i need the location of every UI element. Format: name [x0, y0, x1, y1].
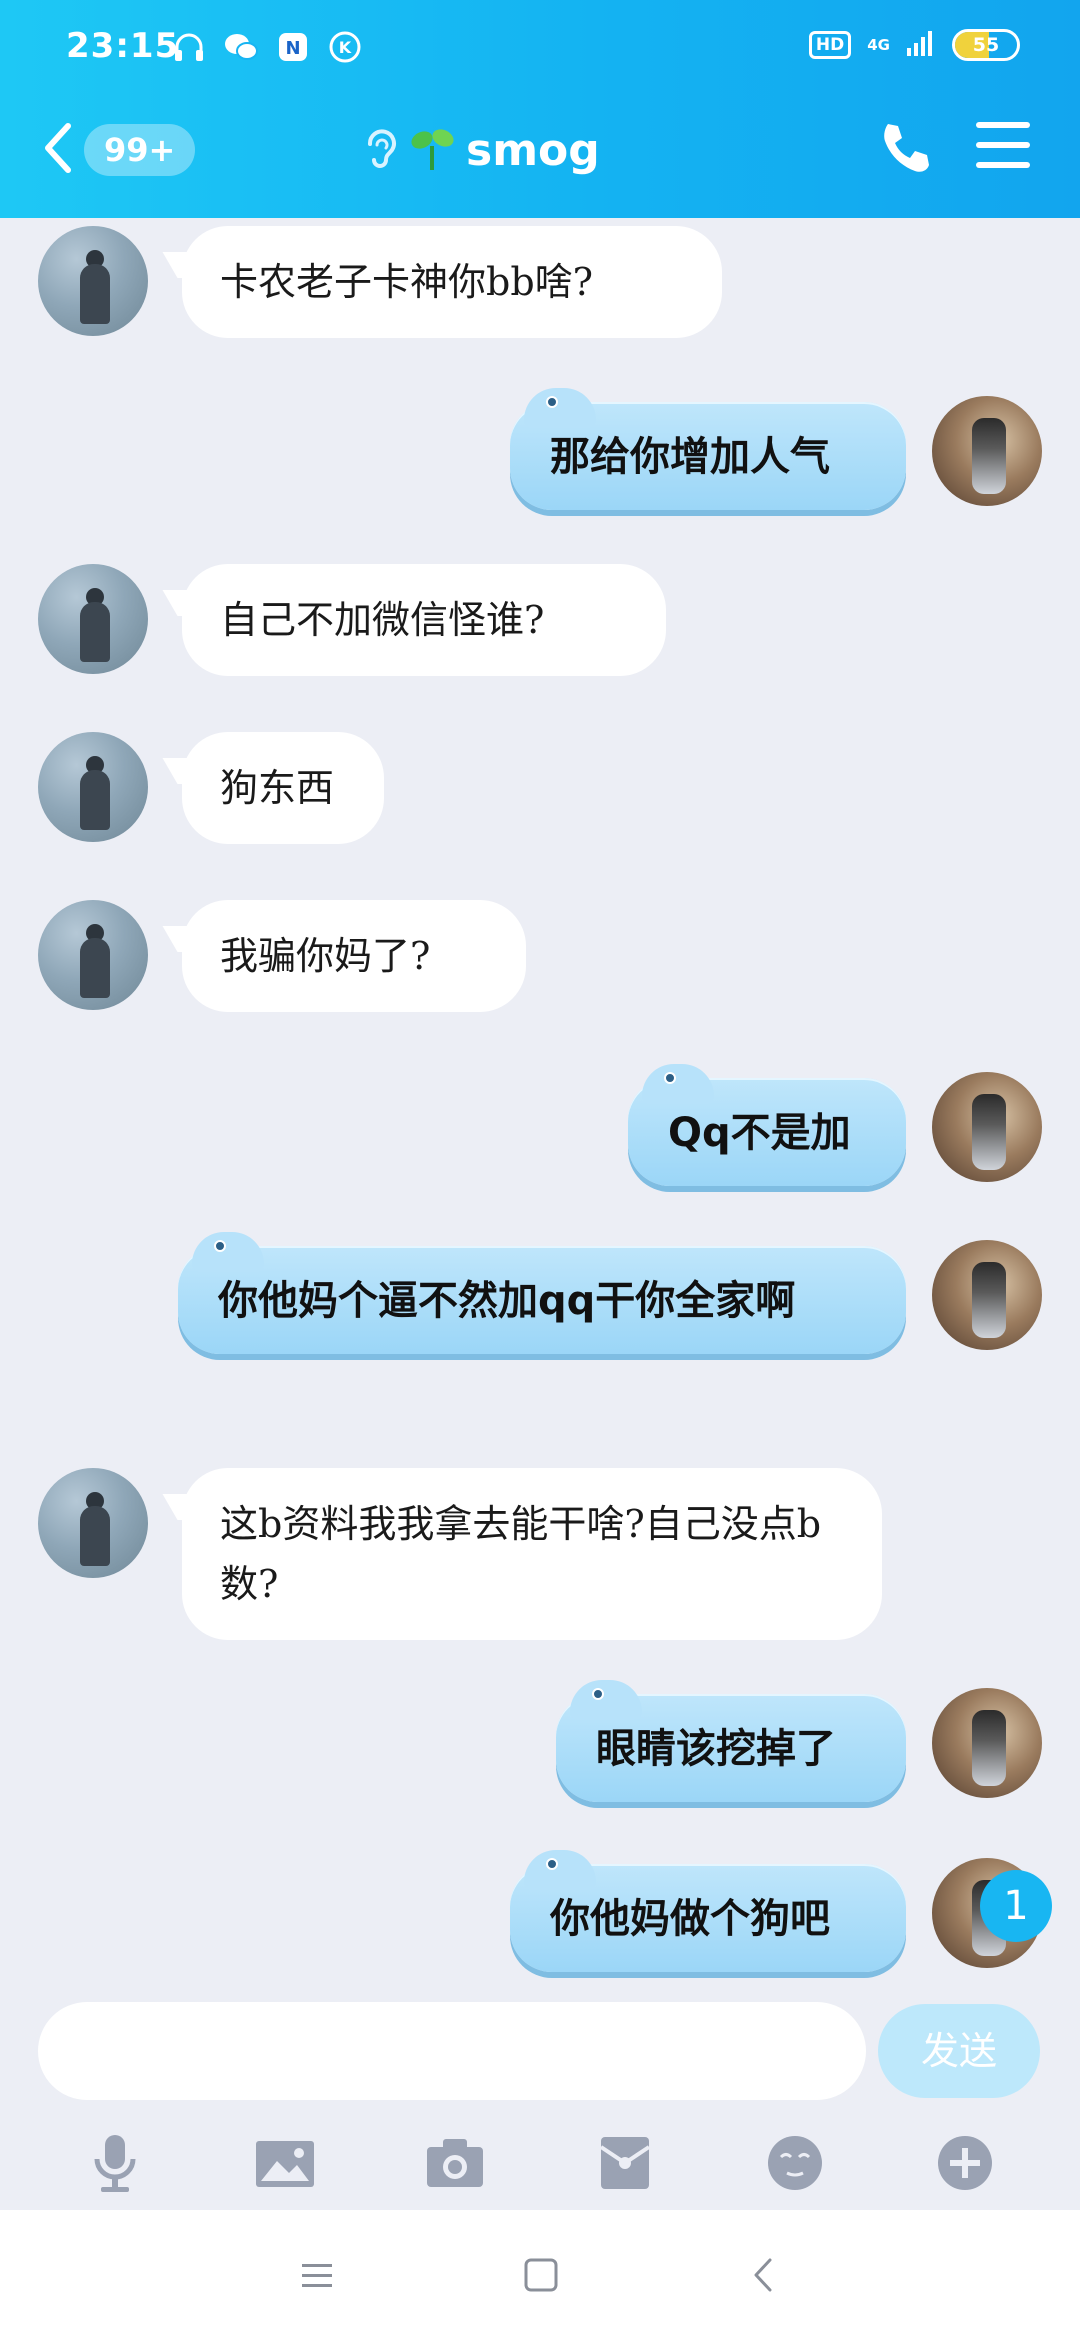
k-app-icon: K: [326, 28, 364, 66]
more-button[interactable]: [930, 2128, 1000, 2198]
status-system-icons: HD 4G 55: [808, 28, 1020, 62]
network-indicator: 4G: [867, 37, 890, 53]
sent-message-text: 你他妈做个狗吧: [550, 1896, 830, 1942]
new-message-badge[interactable]: 1: [980, 1870, 1052, 1942]
back-chevron-icon: [754, 2258, 772, 2292]
contact-avatar[interactable]: [38, 226, 148, 336]
network-type: 4G: [867, 36, 890, 54]
sprout-icon: [410, 124, 456, 176]
image-button[interactable]: [250, 2128, 320, 2198]
send-button[interactable]: 发送: [878, 2004, 1040, 2098]
system-back-button[interactable]: [740, 2250, 790, 2300]
voice-input-button[interactable]: [80, 2128, 150, 2198]
menu-lines-icon: [302, 2264, 332, 2287]
red-packet-button[interactable]: [590, 2128, 660, 2198]
unread-count-badge[interactable]: 99+: [84, 124, 196, 176]
headphones-icon: [170, 28, 208, 66]
menu-button[interactable]: [976, 122, 1030, 172]
my-avatar[interactable]: [932, 1688, 1042, 1798]
received-message[interactable]: 卡农老子卡神你bb啥?: [182, 226, 722, 338]
sent-message-text: 你他妈个逼不然加qq干你全家啊: [218, 1278, 796, 1324]
phone-call-button[interactable]: [876, 118, 932, 178]
message-list[interactable]: 卡农老子卡神你bb啥? 那给你增加人气 自己不加微信怪谁? 狗东西 我骗你妈了?…: [0, 218, 1080, 1988]
contact-avatar[interactable]: [38, 564, 148, 674]
my-avatar[interactable]: [932, 396, 1042, 506]
sent-message[interactable]: 你他妈个逼不然加qq干你全家啊: [178, 1232, 906, 1354]
sent-message[interactable]: 你他妈做个狗吧: [510, 1850, 906, 1972]
menu-line-icon: [976, 142, 1030, 148]
sent-message[interactable]: 那给你增加人气: [510, 388, 906, 510]
image-icon: [256, 2141, 314, 2187]
signal-icon: [906, 28, 936, 62]
menu-line-icon: [976, 122, 1030, 128]
microphone-icon: [94, 2135, 136, 2192]
contact-avatar[interactable]: [38, 732, 148, 842]
plus-icon: [938, 2136, 992, 2190]
wechat-icon: [222, 28, 260, 66]
received-message[interactable]: 我骗你妈了?: [182, 900, 526, 1012]
emoji-button[interactable]: [760, 2128, 830, 2198]
sent-message[interactable]: Qq不是加: [628, 1064, 906, 1186]
received-message[interactable]: 狗东西: [182, 732, 384, 844]
chat-title[interactable]: smog: [360, 118, 600, 182]
red-packet-icon: [599, 2137, 651, 2189]
sent-message-text: 眼睛该挖掉了: [596, 1726, 836, 1772]
contact-avatar[interactable]: [38, 1468, 148, 1578]
contact-name: smog: [466, 124, 600, 176]
hd-badge: HD: [808, 31, 852, 59]
camera-button[interactable]: [420, 2128, 490, 2198]
home-button[interactable]: [516, 2250, 566, 2300]
n-app-icon: N: [274, 28, 312, 66]
svg-text:K: K: [339, 38, 352, 57]
my-avatar[interactable]: [932, 1072, 1042, 1182]
status-time: 23:15: [66, 26, 180, 66]
message-input[interactable]: [38, 2002, 866, 2100]
my-avatar[interactable]: [932, 1240, 1042, 1350]
received-message[interactable]: 自己不加微信怪谁?: [182, 564, 666, 676]
app-header: 23:15 N K HD 4G 55 99+ smog: [0, 0, 1080, 218]
recent-apps-button[interactable]: [292, 2250, 342, 2300]
received-message[interactable]: 这b资料我我拿去能干啥?自己没点b数?: [182, 1468, 882, 1640]
sent-message-text: 那给你增加人气: [550, 434, 830, 480]
sent-message-text: Qq不是加: [668, 1110, 851, 1156]
square-icon: [524, 2258, 558, 2292]
status-notification-icons: N K: [170, 28, 364, 66]
input-bar: 发送: [0, 1988, 1080, 2210]
sent-message[interactable]: 眼睛该挖掉了: [556, 1680, 906, 1802]
battery-indicator: 55: [952, 29, 1020, 61]
contact-avatar[interactable]: [38, 900, 148, 1010]
input-toolbar: [0, 2118, 1080, 2208]
svg-text:N: N: [285, 38, 300, 59]
emoji-icon: [768, 2136, 822, 2190]
system-navigation-bar: [0, 2210, 1080, 2340]
camera-icon: [427, 2139, 483, 2187]
menu-line-icon: [976, 162, 1030, 168]
back-button[interactable]: [38, 118, 78, 178]
battery-level: 55: [972, 34, 1000, 56]
ear-icon: [360, 124, 400, 176]
